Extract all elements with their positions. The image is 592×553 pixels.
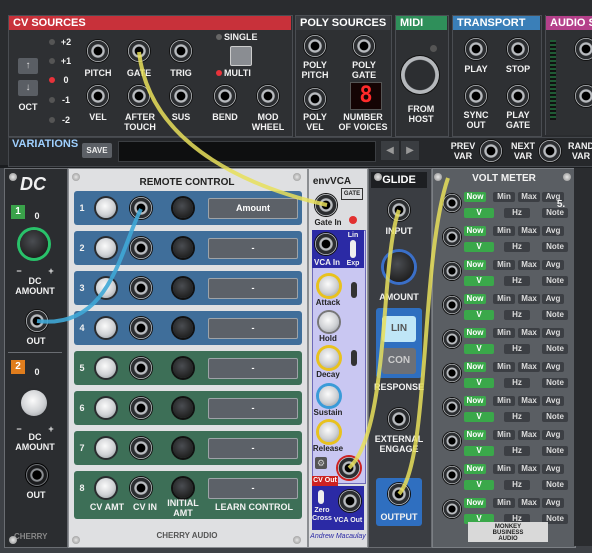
cable-gate-to-envvca	[137, 51, 328, 207]
cable-dc-to-rc-cvin	[36, 208, 143, 324]
cable-envvca-cvout-to-glide	[347, 209, 401, 470]
cable-glide-out-to-voltmeter	[397, 177, 450, 496]
patch-cables	[36, 51, 450, 496]
